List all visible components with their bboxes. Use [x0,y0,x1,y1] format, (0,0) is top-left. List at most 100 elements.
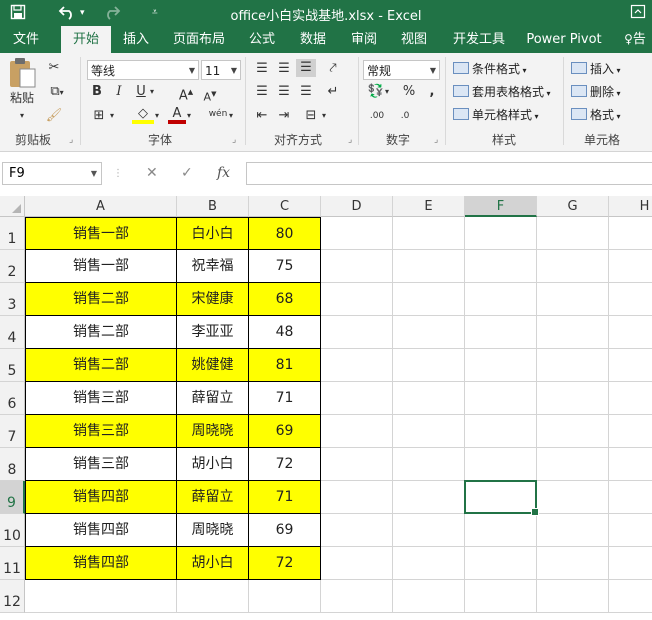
cell-g9[interactable] [537,481,609,514]
cell-f4[interactable] [465,316,537,349]
column-header-h[interactable]: H [609,196,652,217]
cell-c12[interactable] [249,580,321,613]
cell-b2[interactable]: 祝幸福 [177,250,249,283]
cell-e11[interactable] [393,547,465,580]
row-header-7[interactable]: 7 [0,415,25,448]
cell-g8[interactable] [537,448,609,481]
cell-d9[interactable] [321,481,393,514]
italic-button[interactable]: I [111,83,127,101]
cell-a4[interactable]: 销售二部 [25,316,177,349]
cell-g2[interactable] [537,250,609,283]
row-header-6[interactable]: 6 [0,382,25,415]
cell-b1[interactable]: 白小白 [177,217,249,250]
cell-g12[interactable] [537,580,609,613]
conditional-format-button[interactable]: 条件格式 ▾ [453,60,527,80]
grow-font-button[interactable]: A▲ [178,83,194,105]
number-format-select[interactable]: 常规 ▼ [363,60,440,80]
column-header-g[interactable]: G [537,196,609,217]
column-header-b[interactable]: B [177,196,249,217]
cell-c6[interactable]: 71 [249,382,321,415]
tab-view[interactable]: 视图 [394,26,434,53]
cell-c10[interactable]: 69 [249,514,321,547]
cell-e10[interactable] [393,514,465,547]
tab-data[interactable]: 数据 [293,26,333,53]
cell-f7[interactable] [465,415,537,448]
cut-button[interactable]: ✂ [44,59,64,77]
cell-g3[interactable] [537,283,609,316]
cell-e6[interactable] [393,382,465,415]
cell-a9[interactable]: 销售四部 [25,481,177,514]
fill-handle[interactable] [531,508,539,516]
cell-a6[interactable]: 销售三部 [25,382,177,415]
clipboard-launcher-icon[interactable]: ⌟ [69,135,73,145]
cell-e8[interactable] [393,448,465,481]
font-color-button[interactable]: A [168,105,186,124]
cell-h6[interactable] [609,382,652,415]
tab-formulas[interactable]: 公式 [243,26,281,53]
paste-button[interactable]: 粘贴 ▾ [4,57,40,125]
cell-c11[interactable]: 72 [249,547,321,580]
delete-cells-button[interactable]: 删除 ▾ [571,83,621,103]
tab-page-layout[interactable]: 页面布局 [168,26,230,53]
tab-file[interactable]: 文件 [4,26,48,53]
cell-b5[interactable]: 姚健健 [177,349,249,382]
cell-c7[interactable]: 69 [249,415,321,448]
insert-function-button[interactable]: fx [217,162,230,185]
cell-c9[interactable]: 71 [249,481,321,514]
cell-g6[interactable] [537,382,609,415]
cell-h10[interactable] [609,514,652,547]
percent-button[interactable]: % [401,83,417,101]
row-header-5[interactable]: 5 [0,349,25,382]
ribbon-display-icon[interactable] [630,4,646,24]
cell-h7[interactable] [609,415,652,448]
cell-a5[interactable]: 销售二部 [25,349,177,382]
cell-b11[interactable]: 胡小白 [177,547,249,580]
accounting-dropdown-icon[interactable]: ▾ [385,83,389,101]
tab-tell-me[interactable]: ♀告 [618,26,652,53]
cell-f8[interactable] [465,448,537,481]
cell-d7[interactable] [321,415,393,448]
borders-button[interactable]: ⊞ [89,107,109,125]
merge-dropdown-icon[interactable]: ▾ [322,107,326,125]
insert-cells-button[interactable]: 插入 ▾ [571,60,621,80]
cell-a10[interactable]: 销售四部 [25,514,177,547]
cell-e2[interactable] [393,250,465,283]
cell-b4[interactable]: 李亚亚 [177,316,249,349]
confirm-entry-icon[interactable]: ✓ [181,162,193,185]
align-middle-button[interactable]: ☰ [275,60,293,78]
cell-c4[interactable]: 48 [249,316,321,349]
underline-button[interactable]: U [133,83,149,101]
cell-c8[interactable]: 72 [249,448,321,481]
bold-button[interactable]: B [89,83,105,101]
shrink-font-button[interactable]: A▼ [202,85,218,107]
cell-f2[interactable] [465,250,537,283]
row-header-3[interactable]: 3 [0,283,25,316]
cell-styles-button[interactable]: 单元格样式 ▾ [453,106,539,126]
increase-decimal-button[interactable]: .00 [365,107,389,125]
cell-d10[interactable] [321,514,393,547]
cell-d12[interactable] [321,580,393,613]
font-color-dropdown-icon[interactable]: ▾ [187,107,191,125]
row-header-12[interactable]: 12 [0,580,25,613]
merge-center-button[interactable]: ⊟ [300,107,322,125]
tab-power-pivot[interactable]: Power Pivot [524,26,604,53]
cell-g1[interactable] [537,217,609,250]
name-box[interactable]: F9 ▼ [2,162,102,185]
number-launcher-icon[interactable]: ⌟ [434,135,438,145]
tab-home[interactable]: 开始 [61,26,111,53]
cell-f11[interactable] [465,547,537,580]
cell-a2[interactable]: 销售一部 [25,250,177,283]
font-launcher-icon[interactable]: ⌟ [232,135,236,145]
cell-g5[interactable] [537,349,609,382]
phonetic-dropdown-icon[interactable]: ▾ [229,107,233,125]
cell-a1[interactable]: 销售一部 [25,217,177,250]
align-center-button[interactable]: ☰ [275,83,293,101]
tab-review[interactable]: 审阅 [345,26,383,53]
row-header-10[interactable]: 10 [0,514,25,547]
cell-d6[interactable] [321,382,393,415]
tab-insert[interactable]: 插入 [116,26,156,53]
accounting-format-button[interactable]: 💱 [365,83,387,101]
cell-f6[interactable] [465,382,537,415]
cell-a11[interactable]: 销售四部 [25,547,177,580]
wrap-text-button[interactable]: ↵ [322,83,344,101]
